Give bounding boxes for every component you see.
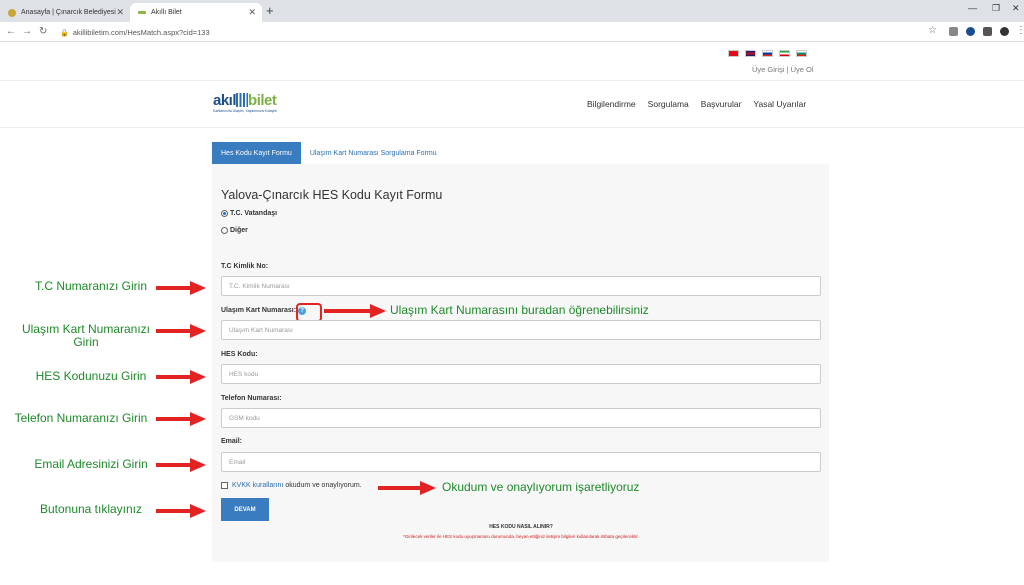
- annotation-kvkk: Okudum ve onaylıyorum işaretliyoruz: [442, 480, 640, 494]
- form-panel: [212, 164, 829, 562]
- tc-label: T.C Kimlik No:: [221, 263, 269, 270]
- card-label: Ulaşım Kart Numarası: ?: [221, 307, 307, 315]
- tc-kimlik-input[interactable]: T.C. Kimlik Numarası: [221, 276, 821, 296]
- radio-tc-vatandasi[interactable]: T.C. Vatandaşı: [221, 210, 277, 217]
- kvkk-text: okudum ve onaylıyorum.: [285, 482, 362, 489]
- card-number-input[interactable]: Ulaşım Kart Numarası: [221, 320, 821, 340]
- radio-checked-icon: [221, 210, 228, 217]
- browser-tab-akilli-bilet[interactable]: Akıllı Bilet ✕: [130, 3, 262, 22]
- akilli-bilet-favicon-icon: [138, 11, 146, 14]
- annotation-tc: T.C Numaranızı Girin: [34, 279, 148, 293]
- close-tab-icon[interactable]: ✕: [248, 7, 256, 18]
- arrow-hes: [156, 370, 206, 384]
- new-tab-icon[interactable]: +: [266, 3, 274, 18]
- arrow-button: [156, 504, 206, 518]
- logo-text-bilet: bilet: [248, 92, 277, 109]
- restore-icon[interactable]: ❐: [992, 3, 1000, 14]
- extension-icon[interactable]: [966, 27, 975, 36]
- back-icon[interactable]: ←: [6, 26, 16, 37]
- tab-label: Anasayfa | Çınarcık Belediyesi: [21, 9, 116, 16]
- annotation-email: Email Adresinizi Girin: [34, 457, 148, 471]
- flag-turkey-icon[interactable]: [728, 50, 739, 57]
- hes-label: HES Kodu:: [221, 351, 258, 358]
- browser-tab-anasayfa[interactable]: Anasayfa | Çınarcık Belediyesi ✕: [0, 3, 130, 22]
- arrow-help: [324, 304, 388, 318]
- arrow-card: [156, 324, 206, 338]
- municipality-favicon-icon: [8, 8, 16, 17]
- browser-menu-icon[interactable]: ⋮: [1016, 25, 1024, 36]
- radio-label: Diğer: [230, 227, 248, 234]
- kvkk-consent: KVKK kurallarını okudum ve onaylıyorum.: [221, 482, 362, 489]
- email-label: Email:: [221, 438, 243, 445]
- kvkk-checkbox[interactable]: [221, 482, 228, 489]
- tab-kart-sorgulama[interactable]: Ulaşım Kart Numarası Sorgulama Formu: [301, 150, 437, 157]
- radio-label: T.C. Vatandaşı: [230, 210, 278, 217]
- bookmark-star-icon[interactable]: ☆: [928, 25, 937, 36]
- url-field[interactable]: 🔒 akillibiletim.com/HesMatch.aspx?cid=13…: [60, 25, 940, 40]
- devam-button[interactable]: DEVAM: [221, 498, 269, 521]
- annotation-phone: Telefon Numaranızı Girin: [14, 411, 148, 425]
- lock-icon: 🔒: [60, 29, 69, 37]
- tab-hes-kodu-kayit[interactable]: Hes Kodu Kayıt Formu: [212, 142, 301, 164]
- menu-item-bilgilendirme[interactable]: Bilgilendirme: [587, 99, 636, 109]
- card-label-text: Ulaşım Kart Numarası:: [221, 307, 297, 314]
- extension-icon[interactable]: [949, 27, 958, 36]
- address-bar: ← → ↻ 🔒 akillibiletim.com/HesMatch.aspx?…: [0, 22, 1024, 42]
- phone-input[interactable]: GSM kodu: [221, 408, 821, 428]
- flag-bulgaria-icon[interactable]: [796, 50, 807, 57]
- annotation-card-help: Ulaşım Kart Numarasını buradan öğrenebil…: [390, 303, 649, 317]
- menu-item-basvurular[interactable]: Başvurular: [701, 99, 742, 109]
- url-text: akillibiletim.com/HesMatch.aspx?cid=133: [72, 28, 210, 37]
- logo-text-akil: akıl: [213, 92, 237, 109]
- hes-how-link[interactable]: HES KODU NASIL ALINIR?: [221, 524, 821, 530]
- language-flags: [728, 50, 807, 57]
- form-title: Yalova-Çınarcık HES Kodu Kayıt Formu: [221, 188, 443, 202]
- profile-avatar-icon[interactable]: [1000, 27, 1009, 36]
- disclaimer-note: *Girilecek veriler ile HES kodu uyuşmama…: [403, 534, 639, 539]
- kvkk-link[interactable]: KVKK kurallarını: [232, 482, 283, 489]
- form-tabs: Hes Kodu Kayıt Formu Ulaşım Kart Numaras…: [212, 142, 437, 164]
- flag-russia-icon[interactable]: [762, 50, 773, 57]
- arrow-tc: [156, 281, 206, 295]
- menu-item-sorgulama[interactable]: Sorgulama: [648, 99, 689, 109]
- menu-item-yasal-uyarilar[interactable]: Yasal Uyarılar: [753, 99, 806, 109]
- close-window-icon[interactable]: ✕: [1012, 3, 1020, 14]
- user-links[interactable]: Üye Girişi | Üye Ol: [752, 65, 814, 74]
- forward-icon[interactable]: →: [22, 26, 32, 37]
- annotation-card: Ulaşım Kart Numaranızı Girin: [21, 322, 151, 349]
- extensions-puzzle-icon[interactable]: [983, 27, 992, 36]
- radio-unchecked-icon: [221, 227, 228, 234]
- tab-label: Akıllı Bilet: [151, 9, 182, 16]
- reload-icon[interactable]: ↻: [39, 26, 47, 37]
- browser-tab-bar: Anasayfa | Çınarcık Belediyesi ✕ Akıllı …: [0, 0, 1024, 22]
- divider: [0, 80, 1024, 81]
- close-tab-icon[interactable]: ✕: [116, 7, 124, 18]
- flag-iran-icon[interactable]: [779, 50, 790, 57]
- radio-diger[interactable]: Diğer: [221, 227, 248, 234]
- arrow-phone: [156, 412, 206, 426]
- main-menu: Bilgilendirme Sorgulama Başvurular Yasal…: [587, 99, 806, 109]
- logo-tagline: Kartlarınızla Ulaşım, Yaşamınıza Kolaylı…: [213, 109, 277, 113]
- akilli-bilet-logo[interactable]: akıl bilet Kartlarınızla Ulaşım, Yaşamını…: [213, 92, 277, 113]
- annotation-hes: HES Kodunuzu Girin: [35, 369, 147, 383]
- phone-label: Telefon Numarası:: [221, 395, 282, 402]
- hes-code-input[interactable]: HES kodu: [221, 364, 821, 384]
- flag-uk-icon[interactable]: [745, 50, 756, 57]
- arrow-email: [156, 458, 206, 472]
- arrow-kvkk: [378, 481, 438, 495]
- divider: [0, 127, 1024, 128]
- email-input[interactable]: Email: [221, 452, 821, 472]
- logo-bars-icon: [236, 93, 249, 107]
- annotation-button: Butonuna tıklayınız: [39, 502, 143, 516]
- minimize-icon[interactable]: —: [968, 3, 977, 13]
